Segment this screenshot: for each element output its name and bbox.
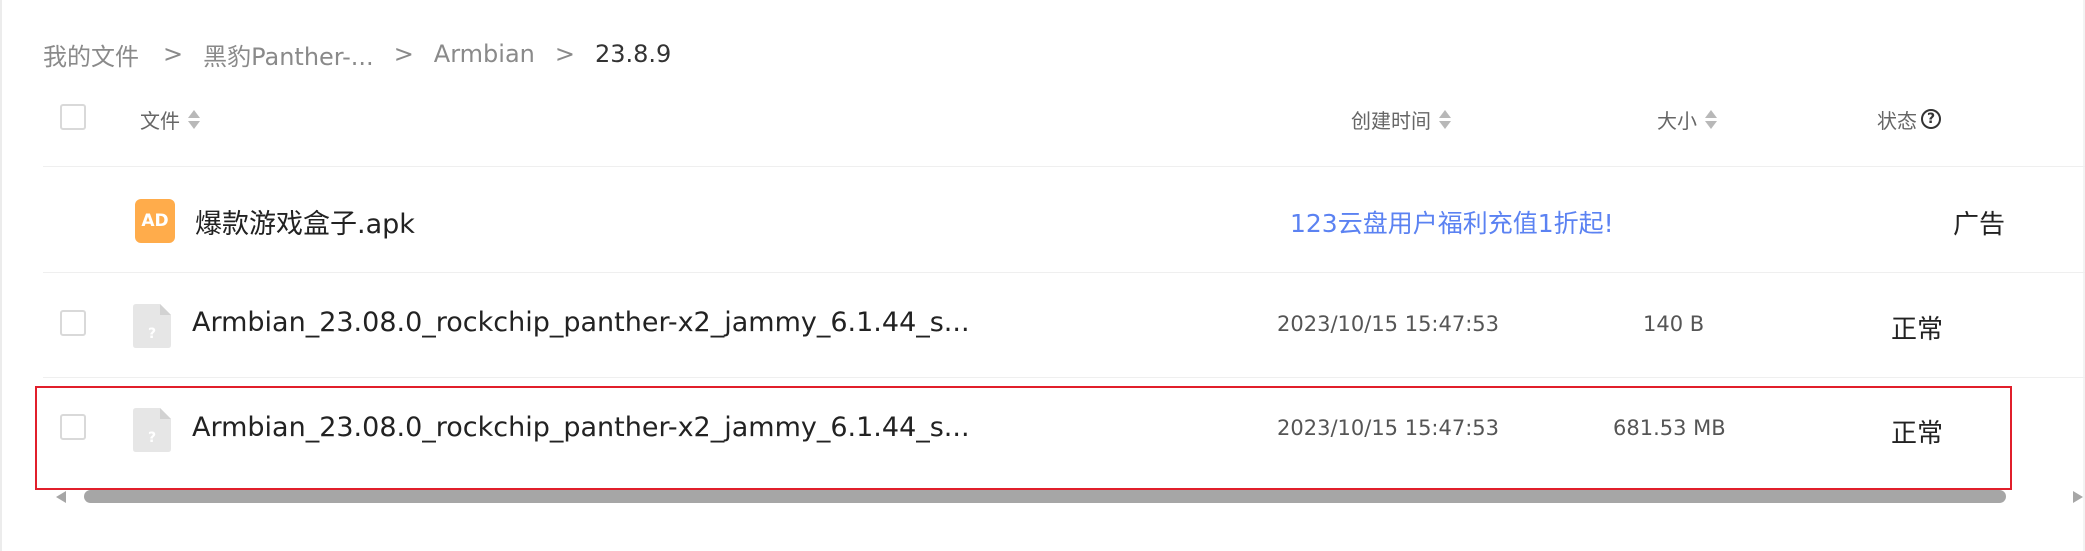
file-created-time: 2023/10/15 15:47:53 — [1277, 416, 1500, 440]
select-all-checkbox[interactable] — [60, 104, 86, 130]
breadcrumb-separator: > — [163, 40, 184, 68]
breadcrumb-current-folder: 23.8.9 — [594, 40, 672, 68]
table-header: 文件 创建时间 大小 状态 ? — [43, 88, 2085, 167]
sort-icon[interactable] — [1439, 109, 1451, 129]
ad-row[interactable]: AD 爆款游戏盒子.apk 123云盘用户福利充值1折起! 广告 — [43, 167, 2085, 273]
breadcrumb-my-files[interactable]: 我的文件 — [43, 37, 139, 72]
left-border — [0, 0, 2, 551]
column-status: 状态 ? — [1877, 88, 1941, 150]
column-file[interactable]: 文件 — [140, 88, 200, 150]
column-created[interactable]: 创建时间 — [1351, 88, 1451, 150]
file-size: 681.53 MB — [1613, 416, 1726, 440]
breadcrumb-separator: > — [393, 40, 414, 68]
unknown-file-icon: ? — [133, 304, 171, 348]
row-checkbox[interactable] — [60, 414, 86, 440]
sort-icon[interactable] — [1705, 109, 1717, 129]
file-icon-glyph: ? — [148, 326, 156, 342]
ad-icon: AD — [135, 199, 175, 243]
column-size[interactable]: 大小 — [1657, 88, 1717, 150]
scroll-left-arrow-icon[interactable] — [56, 491, 66, 503]
scroll-right-arrow-icon[interactable] — [2073, 491, 2083, 503]
breadcrumb-separator: > — [554, 40, 575, 68]
ad-tag: 广告 — [1953, 210, 2006, 240]
ad-file-name[interactable]: 爆款游戏盒子.apk — [195, 202, 415, 241]
unknown-file-icon: ? — [133, 408, 171, 452]
file-name[interactable]: Armbian_23.08.0_rockchip_panther-x2_jamm… — [192, 307, 970, 338]
column-file-label: 文件 — [140, 108, 180, 133]
breadcrumb-armbian[interactable]: Armbian — [434, 40, 535, 68]
horizontal-scrollbar[interactable] — [56, 490, 2085, 505]
help-icon[interactable]: ? — [1921, 109, 1941, 129]
column-created-label: 创建时间 — [1351, 108, 1431, 133]
file-status: 正常 — [1891, 419, 1944, 449]
breadcrumb-panther[interactable]: 黑豹Panther-... — [203, 37, 374, 72]
file-size: 140 B — [1643, 312, 1705, 336]
file-status: 正常 — [1891, 315, 1944, 345]
column-status-label: 状态 — [1877, 108, 1917, 133]
sort-icon[interactable] — [188, 109, 200, 129]
breadcrumb: 我的文件 > 黑豹Panther-... > Armbian > 23.8.9 — [43, 36, 671, 72]
table-row[interactable]: ? Armbian_23.08.0_rockchip_panther-x2_ja… — [43, 377, 2085, 482]
file-icon-glyph: ? — [148, 430, 156, 446]
row-checkbox[interactable] — [60, 310, 86, 336]
column-size-label: 大小 — [1657, 108, 1697, 133]
ad-promo-link[interactable]: 123云盘用户福利充值1折起! — [1290, 204, 1614, 240]
file-created-time: 2023/10/15 15:47:53 — [1277, 312, 1500, 336]
table-row[interactable]: ? Armbian_23.08.0_rockchip_panther-x2_ja… — [43, 272, 2085, 378]
scrollbar-thumb[interactable] — [84, 490, 2006, 503]
file-name[interactable]: Armbian_23.08.0_rockchip_panther-x2_jamm… — [192, 412, 970, 443]
